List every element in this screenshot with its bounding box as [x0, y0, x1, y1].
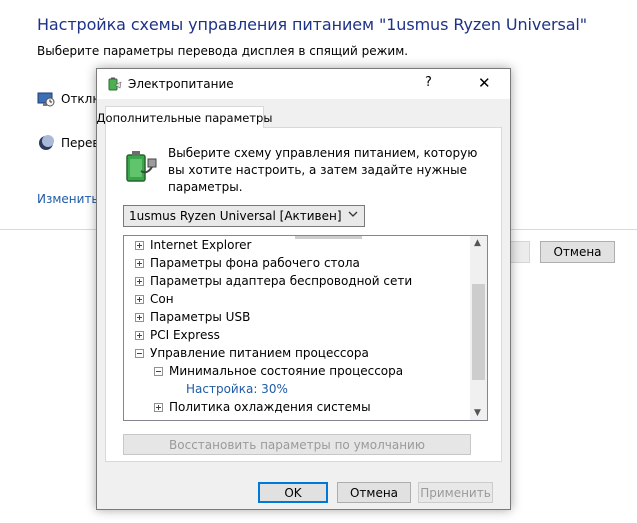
page-subtitle: Выберите параметры перевода дисплея в сп… [37, 44, 409, 58]
expand-icon[interactable] [154, 421, 163, 422]
apply-button[interactable]: Применить [418, 482, 493, 503]
tree-item-label: Параметры фона рабочего стола [150, 256, 360, 270]
expand-icon[interactable] [154, 402, 163, 412]
expand-icon[interactable] [135, 294, 144, 304]
tree-item-label: Максимальное состояние процессора [169, 418, 409, 420]
expand-icon[interactable] [135, 240, 144, 250]
power-plan-value: 1usmus Ryzen Universal [Активен] [129, 209, 342, 223]
tree-item[interactable]: Максимальное состояние процессора [154, 416, 409, 422]
dialog-titlebar[interactable]: Электропитание ? ✕ [97, 69, 510, 99]
scroll-up-icon[interactable]: ▲ [474, 238, 481, 248]
power-options-icon [108, 77, 122, 91]
restore-defaults-button[interactable]: Восстановить параметры по умолчанию [123, 434, 471, 455]
tree-item-label: Internet Explorer [150, 238, 252, 252]
collapse-icon[interactable] [135, 348, 144, 358]
display-off-row: Отклю [37, 90, 102, 108]
monitor-clock-icon [37, 92, 55, 107]
tree-item-label: Минимальное состояние процессора [169, 364, 404, 378]
tree-item[interactable]: Параметры USB [135, 308, 250, 326]
tree-item[interactable]: Управление питанием процессора [135, 344, 369, 362]
ok-button[interactable]: OK [258, 482, 328, 503]
collapse-icon[interactable] [154, 366, 163, 376]
tree-item-label: Политика охлаждения системы [169, 400, 371, 414]
close-button[interactable]: ✕ [478, 74, 491, 92]
tree-item[interactable]: Сон [135, 290, 174, 308]
background-cancel-button[interactable]: Отмена [540, 241, 615, 263]
tree-item-label: Параметры USB [150, 310, 251, 324]
expand-icon[interactable] [135, 258, 144, 268]
expand-icon[interactable] [135, 276, 144, 286]
advanced-settings-panel: Выберите схему управления питанием, кото… [105, 127, 502, 462]
scroll-down-icon[interactable]: ▼ [474, 408, 481, 418]
settings-tree[interactable]: Internet Explorer Параметры фона рабочего… [123, 235, 488, 421]
expand-icon[interactable] [135, 330, 144, 340]
page-title: Настройка схемы управления питанием "1us… [37, 15, 588, 34]
tree-item[interactable]: Internet Explorer [135, 236, 251, 254]
intro-text: Выберите схему управления питанием, кото… [168, 146, 478, 194]
tree-item[interactable]: Параметры адаптера беспроводной сети [135, 272, 412, 290]
tree-scrollbar[interactable]: ▲ ▼ [470, 236, 487, 420]
tree-item[interactable]: Минимальное состояние процессора [154, 362, 403, 380]
tree-item[interactable]: Настройка: 30% [186, 380, 288, 398]
tree-item-label: Параметры адаптера беспроводной сети [150, 274, 413, 288]
power-plan-select[interactable]: 1usmus Ryzen Universal [Активен] [123, 205, 365, 227]
tree-item[interactable]: PCI Express [135, 326, 220, 344]
cancel-button[interactable]: Отмена [337, 482, 411, 503]
tree-item-label: Сон [150, 292, 174, 306]
chevron-down-icon [348, 211, 358, 217]
expand-icon[interactable] [135, 312, 144, 322]
power-options-dialog: Электропитание ? ✕ Дополнительные параме… [96, 68, 511, 510]
setting-value-link[interactable]: Настройка: 30% [186, 382, 288, 396]
dialog-title: Электропитание [128, 77, 234, 91]
tree-item[interactable]: Политика охлаждения системы [154, 398, 371, 416]
clipped-item-fragment [295, 236, 362, 239]
battery-plug-icon [126, 151, 157, 182]
tab-advanced-settings[interactable]: Дополнительные параметры [97, 106, 272, 128]
help-button[interactable]: ? [425, 75, 432, 90]
sleep-row: Перев [37, 134, 99, 152]
tree-item[interactable]: Параметры фона рабочего стола [135, 254, 360, 272]
tree-item-label: PCI Express [150, 328, 220, 342]
sleep-label: Перев [61, 136, 100, 150]
tree-item-label: Управление питанием процессора [150, 346, 369, 360]
settings-tree-items: Internet Explorer Параметры фона рабочего… [124, 236, 470, 420]
scroll-thumb[interactable] [472, 284, 485, 380]
moon-icon [39, 135, 54, 150]
